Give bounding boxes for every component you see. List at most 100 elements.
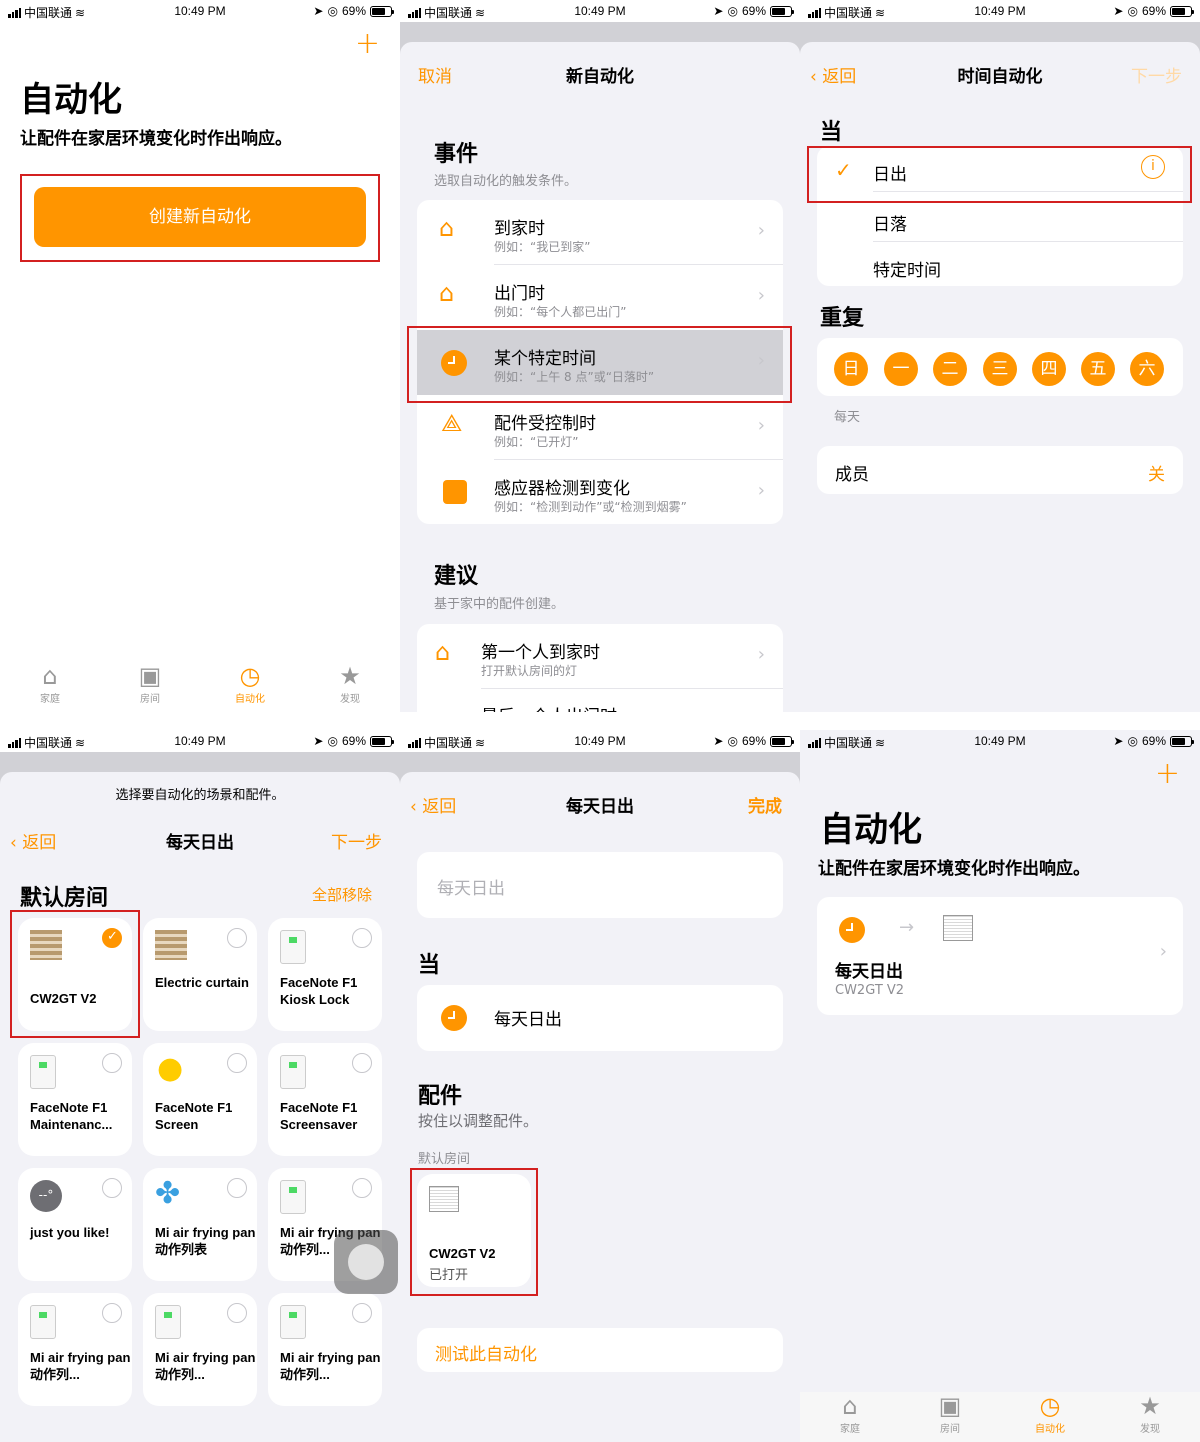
tab-automation[interactable]: ◷ 自动化: [200, 662, 300, 712]
option-label: 特定时间: [873, 261, 941, 281]
battery-percent: 69%: [1141, 4, 1166, 18]
scene-icon: --°: [30, 1180, 62, 1212]
tab-home[interactable]: ⌂ 家庭: [800, 1392, 900, 1442]
battery-percent: 69%: [341, 734, 366, 748]
room-icon: ▣: [138, 662, 162, 690]
nav-title: 每天日出: [566, 797, 634, 817]
accessory-tile[interactable]: Electric curtain: [143, 918, 257, 1031]
select-radio[interactable]: [102, 1178, 122, 1198]
event-example: 例如：“我已到家”: [494, 240, 591, 254]
select-radio[interactable]: [352, 1053, 372, 1073]
tab-discover[interactable]: ★ 发现: [1100, 1392, 1200, 1442]
house-icon: ⌂: [42, 662, 58, 690]
star-icon: ★: [1139, 1392, 1161, 1420]
suggestion-first-arrive[interactable]: ⌂ 第一个人到家时 打开默认房间的灯 ›: [417, 624, 783, 689]
tab-home[interactable]: ⌂ 家庭: [0, 662, 100, 712]
section-title-accessories: 配件: [418, 1084, 463, 1109]
select-radio[interactable]: [227, 1303, 247, 1323]
section-subtitle: 基于家中的配件创建。: [434, 597, 565, 612]
event-accessory-controlled[interactable]: ⟁ 配件受控制时 例如：“已开灯” ›: [417, 395, 783, 460]
automation-title: 每天日出: [835, 962, 903, 982]
select-radio[interactable]: [352, 1303, 372, 1323]
automation-name-field[interactable]: 每天日出: [417, 852, 783, 918]
status-bar: 中国联通 ≋ 10:49 PM ➤ ◎ 69%: [400, 730, 800, 752]
room-title: 默认房间: [20, 886, 109, 911]
day-thu[interactable]: 四: [1032, 352, 1066, 386]
accessory-tile[interactable]: FaceNote F1 Screensaver: [268, 1043, 382, 1156]
people-row[interactable]: 成员 关: [817, 446, 1183, 494]
select-radio[interactable]: [102, 1053, 122, 1073]
add-icon[interactable]: +: [355, 26, 380, 61]
day-sat[interactable]: 六: [1130, 352, 1164, 386]
status-bar: 中国联通 ≋ 10:49 PM ➤ ◎ 69%: [800, 0, 1200, 22]
star-icon: ★: [339, 662, 361, 690]
chevron-right-icon: ›: [757, 415, 765, 436]
select-radio[interactable]: [352, 928, 372, 948]
tab-rooms[interactable]: ▣ 房间: [100, 662, 200, 712]
option-sunset[interactable]: 日落: [817, 197, 1183, 242]
select-radio[interactable]: [102, 1303, 122, 1323]
tab-label: 房间: [140, 694, 160, 705]
accessory-name: Electric curtain: [155, 975, 249, 990]
next-button[interactable]: 下一步: [1131, 62, 1182, 87]
option-specific-time[interactable]: 特定时间: [817, 242, 1183, 287]
next-button[interactable]: 下一步: [331, 828, 382, 853]
battery-percent: 69%: [741, 734, 766, 748]
select-radio[interactable]: [227, 928, 247, 948]
event-title: 感应器检测到变化: [494, 479, 630, 499]
test-automation-button[interactable]: 测试此自动化: [417, 1328, 783, 1372]
day-sun[interactable]: 日: [834, 352, 868, 386]
screen-automation-empty: 中国联通 ≋ 10:49 PM ➤ ◎ 69% + 自动化 让配件在家居环境变化时作出…: [0, 0, 400, 712]
assistive-touch-button[interactable]: [334, 1230, 398, 1294]
accessory-tile[interactable]: --° just you like!: [18, 1168, 132, 1281]
accessory-tile[interactable]: ✤ Mi air frying pan 动作列表: [143, 1168, 257, 1281]
status-bar: 中国联通 ≋ 10:49 PM ➤ ◎ 69%: [800, 730, 1200, 752]
accessory-tile[interactable]: FaceNote F1 Kiosk Lock: [268, 918, 382, 1031]
blind-icon: [943, 915, 973, 941]
day-fri[interactable]: 五: [1081, 352, 1115, 386]
create-automation-label: 创建新自动化: [149, 207, 251, 227]
accessory-tile[interactable]: Mi air frying pan 动作列...: [18, 1293, 132, 1406]
divider: [481, 688, 783, 689]
tab-automation[interactable]: ◷ 自动化: [1000, 1392, 1100, 1442]
create-automation-button[interactable]: 创建新自动化: [34, 187, 366, 247]
event-leave-home[interactable]: ⌂ 出门时 例如：“每个人都已出门” ›: [417, 265, 783, 330]
suggestion-example: 打开默认房间的灯: [481, 664, 578, 678]
screen-time-automation: 中国联通 ≋ 10:49 PM ➤ ◎ 69% ‹ 返回 时间自动化 下一步 当 ✓ …: [800, 0, 1200, 712]
tab-rooms[interactable]: ▣ 房间: [900, 1392, 1000, 1442]
event-sensor-change[interactable]: 感应器检测到变化 例如：“检测到动作”或“检测到烟雾” ›: [417, 460, 783, 524]
done-button[interactable]: 完成: [748, 792, 782, 817]
suggestion-last-leave[interactable]: 最后一个人出门时: [417, 692, 783, 712]
accessory-tile[interactable]: ● FaceNote F1 Screen: [143, 1043, 257, 1156]
remove-all-button[interactable]: 全部移除: [312, 884, 372, 905]
people-value: 关: [1148, 465, 1165, 485]
select-radio[interactable]: [227, 1053, 247, 1073]
day-tue[interactable]: 二: [933, 352, 967, 386]
tab-discover[interactable]: ★ 发现: [300, 662, 400, 712]
accessory-tile[interactable]: Mi air frying pan 动作列...: [143, 1293, 257, 1406]
add-icon[interactable]: +: [1155, 756, 1180, 791]
rotation-lock-icon: ◎: [327, 734, 338, 748]
modal-sheet: ‹ 返回 每天日出 完成 每天日出 当 每天日出 配件 按住以调整配件。 默认房…: [400, 772, 800, 1442]
automation-card[interactable]: → 每天日出 CW2GT V2 ›: [817, 897, 1183, 1015]
select-radio[interactable]: [227, 1178, 247, 1198]
accessory-tile[interactable]: FaceNote F1 Maintenanc...: [18, 1043, 132, 1156]
section-subtitle: 选取自动化的触发条件。: [434, 174, 578, 189]
highlight-box: [410, 1168, 538, 1296]
trigger-label: 每天日出: [494, 1010, 562, 1030]
event-title: 配件受控制时: [494, 414, 596, 434]
accessory-tile[interactable]: Mi air frying pan 动作列...: [268, 1293, 382, 1406]
section-title-events: 事件: [434, 142, 479, 167]
event-arrive-home[interactable]: ⌂ 到家时 例如：“我已到家” ›: [417, 200, 783, 265]
day-mon[interactable]: 一: [884, 352, 918, 386]
trigger-row[interactable]: 每天日出: [417, 985, 783, 1051]
day-wed[interactable]: 三: [983, 352, 1017, 386]
accessory-name: Mi air frying pan 动作列表: [155, 1225, 256, 1257]
select-radio[interactable]: [352, 1178, 372, 1198]
section-subtitle: 按住以调整配件。: [418, 1112, 539, 1130]
location-icon: ➤: [1113, 4, 1124, 18]
switch-icon: [30, 1055, 56, 1089]
tab-label: 家庭: [40, 694, 60, 705]
switch-icon: [30, 1305, 56, 1339]
accessory-name: Mi air frying pan 动作列...: [280, 1350, 381, 1382]
